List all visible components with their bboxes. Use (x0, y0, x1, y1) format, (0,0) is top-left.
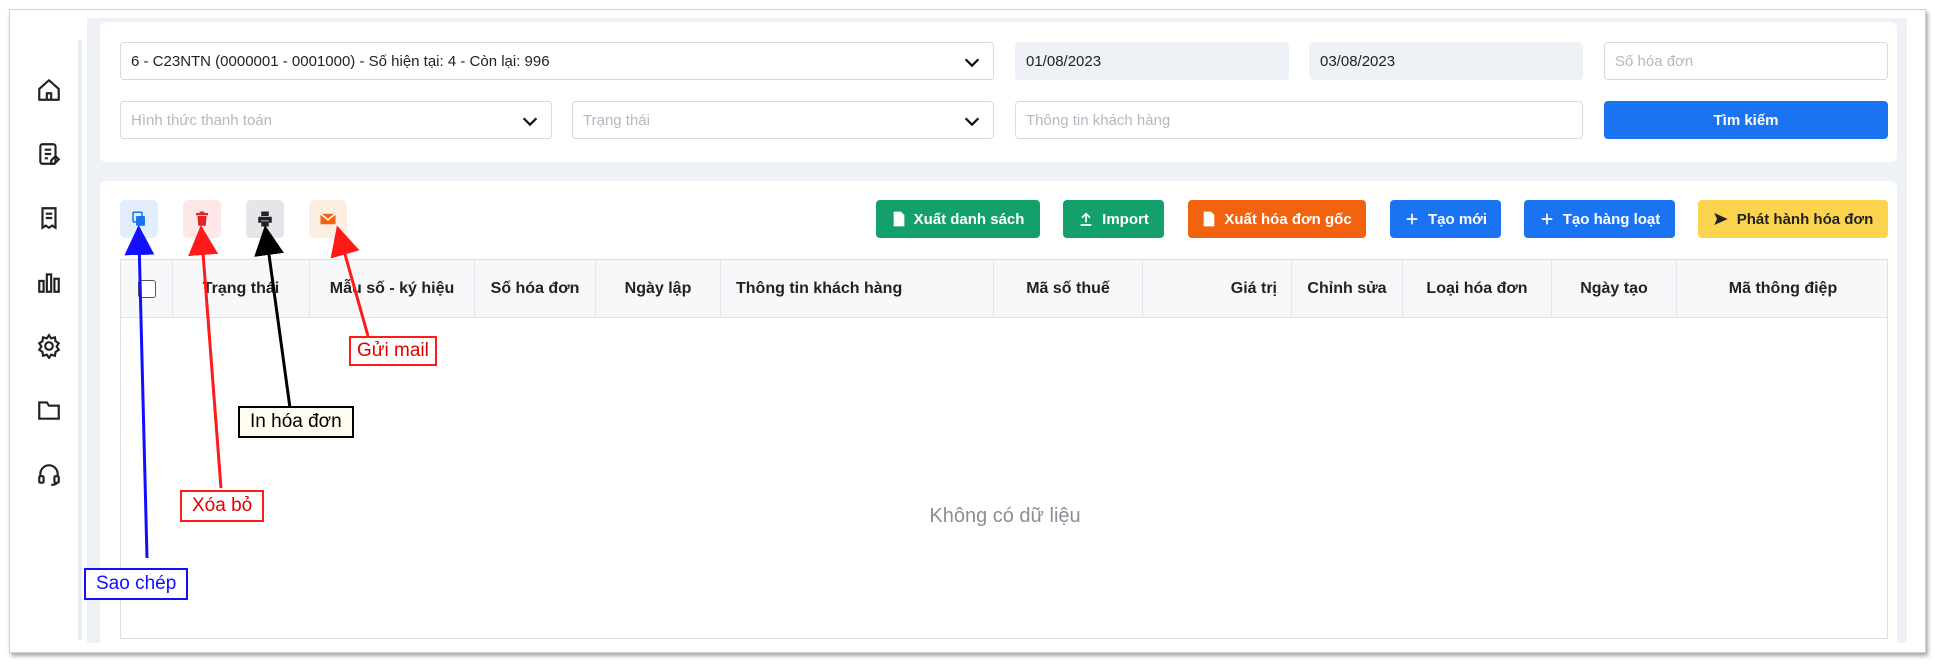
annotation-arrows (124, 225, 370, 559)
delete-arrow (188, 225, 223, 489)
annotation-print: In hóa đơn (238, 406, 354, 438)
copy-arrow (124, 225, 155, 559)
annotation-copy: Sao chép (84, 568, 189, 600)
mail-arrow (330, 225, 370, 337)
annotation-delete: Xóa bỏ (180, 490, 265, 522)
print-arrow (254, 225, 292, 409)
annotation-mail: Gửi mail (349, 336, 437, 366)
